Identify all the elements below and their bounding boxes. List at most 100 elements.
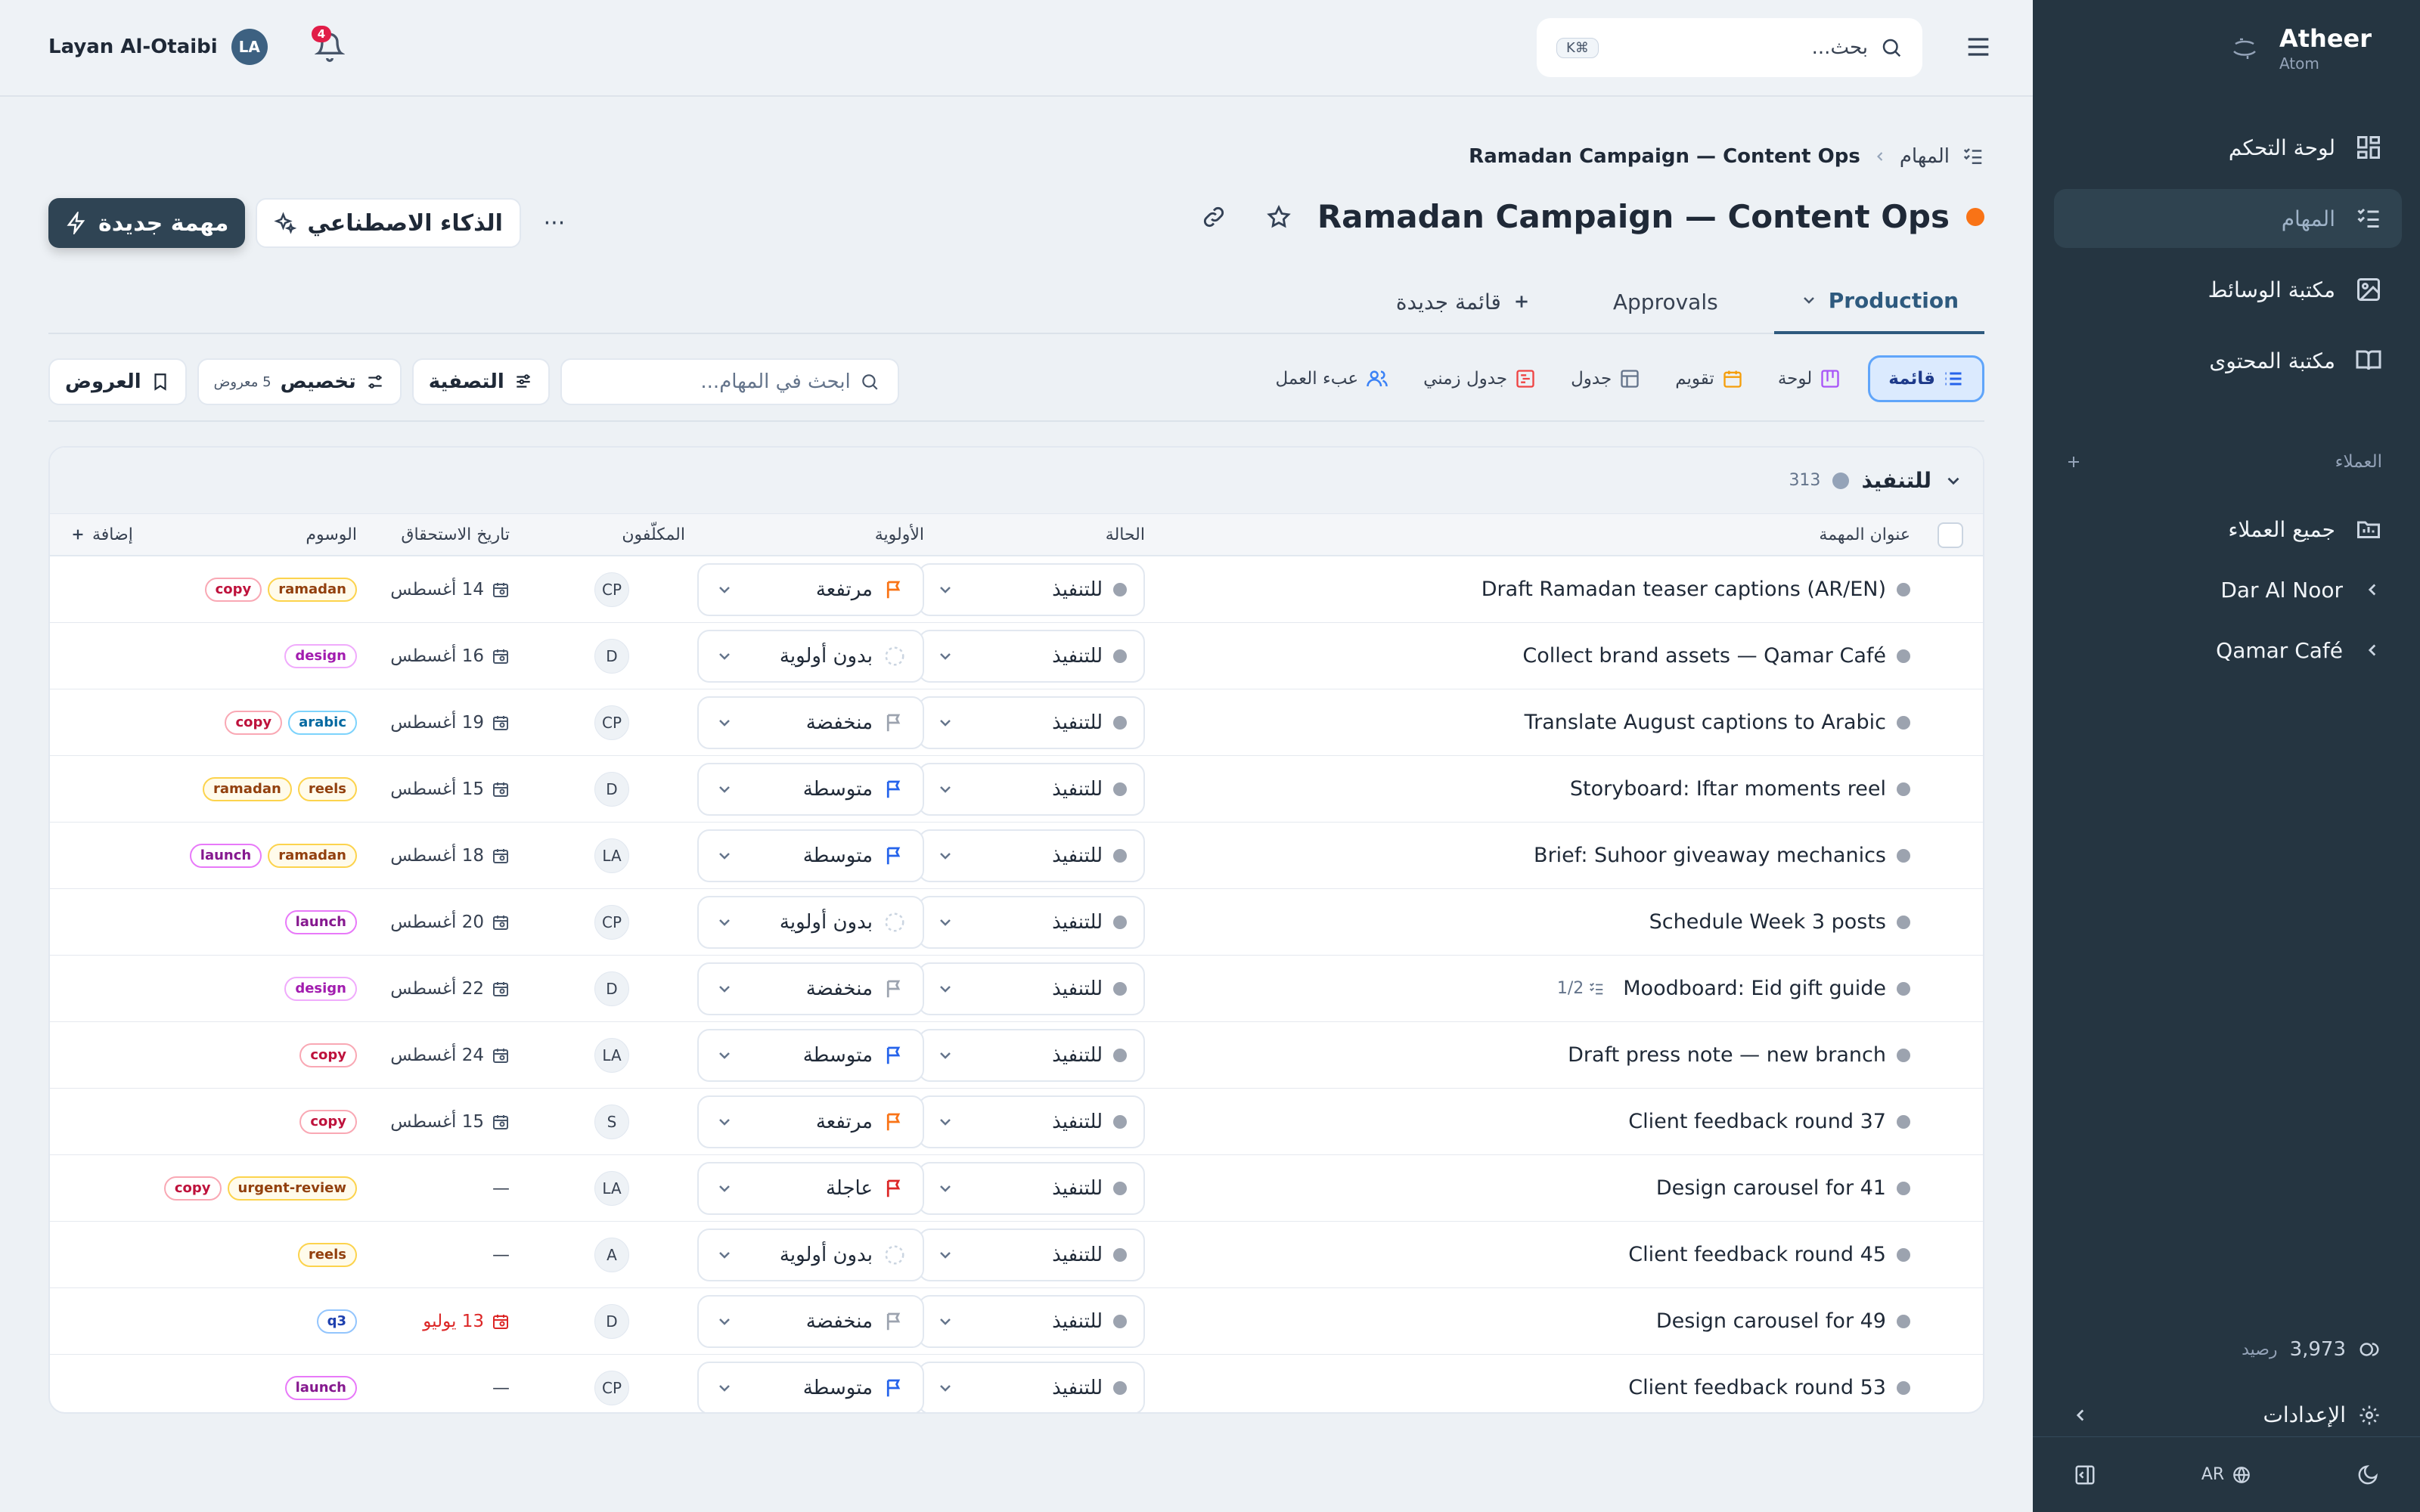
status-select[interactable]: للتنفيذ: [918, 895, 1145, 949]
tag-badge[interactable]: copy: [225, 710, 283, 735]
status-select[interactable]: للتنفيذ: [918, 629, 1145, 683]
task-title-cell[interactable]: Draft press note — new branch: [1154, 1022, 1910, 1088]
moon-icon[interactable]: [2356, 1464, 2379, 1486]
status-select[interactable]: للتنفيذ: [918, 1028, 1145, 1082]
assignee-cell[interactable]: CP: [594, 689, 685, 755]
due-date-cell[interactable]: 16 أغسطس: [343, 623, 510, 689]
tab-new-list[interactable]: قائمة جديدة: [1370, 269, 1557, 334]
assignee-avatar[interactable]: D: [594, 971, 629, 1006]
sidebar-item-dashboard[interactable]: لوحة التحكم: [2054, 118, 2402, 177]
due-date-cell[interactable]: —: [343, 1355, 510, 1412]
status-select[interactable]: للتنفيذ: [918, 1095, 1145, 1148]
due-date-cell[interactable]: 22 أغسطس: [343, 956, 510, 1021]
task-title-cell[interactable]: Translate August captions to Arabic: [1154, 689, 1910, 755]
global-search[interactable]: بحث... ⌘K: [1537, 18, 1922, 77]
tags-cell[interactable]: reels ramadan: [100, 756, 357, 822]
task-title[interactable]: Draft press note — new branch: [1568, 1043, 1886, 1067]
priority-select[interactable]: متوسطة: [697, 829, 924, 882]
view-list[interactable]: قائمة: [1868, 355, 1984, 402]
priority-select[interactable]: مرتفعة: [697, 1095, 924, 1148]
task-title-cell[interactable]: Client feedback round 45: [1154, 1222, 1910, 1287]
task-title-cell[interactable]: Brief: Suhoor giveaway mechanics: [1154, 823, 1910, 888]
customize-button[interactable]: تخصيص 5 معروض: [197, 358, 402, 405]
due-date-cell[interactable]: —: [343, 1222, 510, 1287]
priority-select[interactable]: متوسطة: [697, 762, 924, 816]
assignee-avatar[interactable]: S: [594, 1104, 629, 1139]
assignee-avatar[interactable]: CP: [594, 1370, 629, 1405]
task-title[interactable]: Design carousel for 41: [1656, 1176, 1886, 1200]
tag-badge[interactable]: reels: [297, 776, 357, 801]
col-status[interactable]: الحالة: [918, 514, 1145, 555]
priority-select[interactable]: منخفضة: [697, 696, 924, 749]
due-date-cell[interactable]: 15 أغسطس: [343, 756, 510, 822]
tag-badge[interactable]: launch: [189, 843, 262, 868]
task-title[interactable]: Client feedback round 37: [1628, 1110, 1886, 1133]
status-select[interactable]: للتنفيذ: [918, 829, 1145, 882]
task-title-cell[interactable]: Moodboard: Eid gift guide 1/2: [1154, 956, 1910, 1021]
tags-cell[interactable]: launch: [100, 1355, 357, 1412]
due-date-cell[interactable]: —: [343, 1155, 510, 1221]
view-calendar[interactable]: تقويم: [1668, 355, 1751, 402]
settings-button[interactable]: الإعدادات: [2071, 1402, 2381, 1427]
tag-badge[interactable]: ramadan: [268, 843, 357, 868]
task-title-cell[interactable]: Schedule Week 3 posts: [1154, 889, 1910, 955]
assignee-cell[interactable]: LA: [594, 1022, 685, 1088]
language-switch[interactable]: AR: [2201, 1465, 2251, 1485]
task-title-cell[interactable]: Draft Ramadan teaser captions (AR/EN): [1154, 556, 1910, 622]
task-search[interactable]: ابحث في المهام...: [560, 358, 899, 405]
group-header[interactable]: للتنفيذ 313: [50, 448, 1983, 514]
due-date-cell[interactable]: 18 أغسطس: [343, 823, 510, 888]
assignee-cell[interactable]: D: [594, 1288, 685, 1354]
table-row[interactable]: Client feedback round 37 للتنفيذ مرتفعة …: [50, 1089, 1983, 1155]
due-date-cell[interactable]: 19 أغسطس: [343, 689, 510, 755]
tab-production[interactable]: Production: [1773, 269, 1984, 334]
tags-cell[interactable]: design: [100, 623, 357, 689]
tags-cell[interactable]: copy: [100, 1022, 357, 1088]
assignee-avatar[interactable]: D: [594, 771, 629, 807]
more-button[interactable]: ···: [532, 200, 577, 246]
status-select[interactable]: للتنفيذ: [918, 1228, 1145, 1281]
sidebar-item-all-clients[interactable]: جميع العملاء: [2054, 499, 2402, 559]
assignee-cell[interactable]: LA: [594, 1155, 685, 1221]
tags-cell[interactable]: reels: [100, 1222, 357, 1287]
task-title-cell[interactable]: Client feedback round 53: [1154, 1355, 1910, 1412]
tag-badge[interactable]: copy: [299, 1109, 357, 1134]
priority-select[interactable]: مرتفعة: [697, 562, 924, 616]
tag-badge[interactable]: reels: [297, 1242, 357, 1267]
tags-cell[interactable]: launch: [100, 889, 357, 955]
assignee-cell[interactable]: D: [594, 956, 685, 1021]
task-title[interactable]: Collect brand assets — Qamar Café: [1522, 644, 1886, 668]
search-input[interactable]: بحث...: [1611, 36, 1868, 59]
tag-badge[interactable]: design: [284, 976, 357, 1001]
assignee-avatar[interactable]: D: [594, 1303, 629, 1339]
assignee-avatar[interactable]: D: [594, 638, 629, 674]
view-workload[interactable]: عبء العمل: [1267, 355, 1396, 402]
tag-badge[interactable]: copy: [163, 1176, 222, 1201]
sidebar-item-media-library[interactable]: مكتبة الوسائط: [2054, 260, 2402, 319]
assignee-avatar[interactable]: LA: [594, 1037, 629, 1073]
tags-cell[interactable]: design: [100, 956, 357, 1021]
tags-cell[interactable]: urgent-review copy: [100, 1155, 357, 1221]
menu-icon[interactable]: [1963, 32, 1993, 62]
tag-badge[interactable]: ramadan: [268, 577, 357, 602]
tag-badge[interactable]: arabic: [288, 710, 357, 735]
task-title-cell[interactable]: Design carousel for 49: [1154, 1288, 1910, 1354]
breadcrumb-root[interactable]: المهام: [1900, 145, 1950, 168]
tag-badge[interactable]: launch: [284, 909, 357, 934]
priority-select[interactable]: متوسطة: [697, 1361, 924, 1412]
assignee-cell[interactable]: CP: [594, 889, 685, 955]
tag-badge[interactable]: launch: [284, 1375, 357, 1400]
brand[interactable]: Atheer Atom: [2229, 24, 2372, 73]
status-select[interactable]: للتنفيذ: [918, 696, 1145, 749]
add-column-button[interactable]: إضافة: [70, 514, 160, 555]
assignee-cell[interactable]: S: [594, 1089, 685, 1154]
status-select[interactable]: للتنفيذ: [918, 962, 1145, 1015]
col-tags[interactable]: الوسوم: [183, 514, 357, 555]
collapse-sidebar-icon[interactable]: [2074, 1464, 2096, 1486]
chevron-down-icon[interactable]: [1944, 471, 1963, 491]
table-row[interactable]: Moodboard: Eid gift guide 1/2 للتنفيذ من…: [50, 956, 1983, 1022]
tags-cell[interactable]: arabic copy: [100, 689, 357, 755]
col-title[interactable]: عنوان المهمة: [1154, 514, 1910, 555]
tag-badge[interactable]: q3: [316, 1309, 357, 1334]
due-date-cell[interactable]: 20 أغسطس: [343, 889, 510, 955]
